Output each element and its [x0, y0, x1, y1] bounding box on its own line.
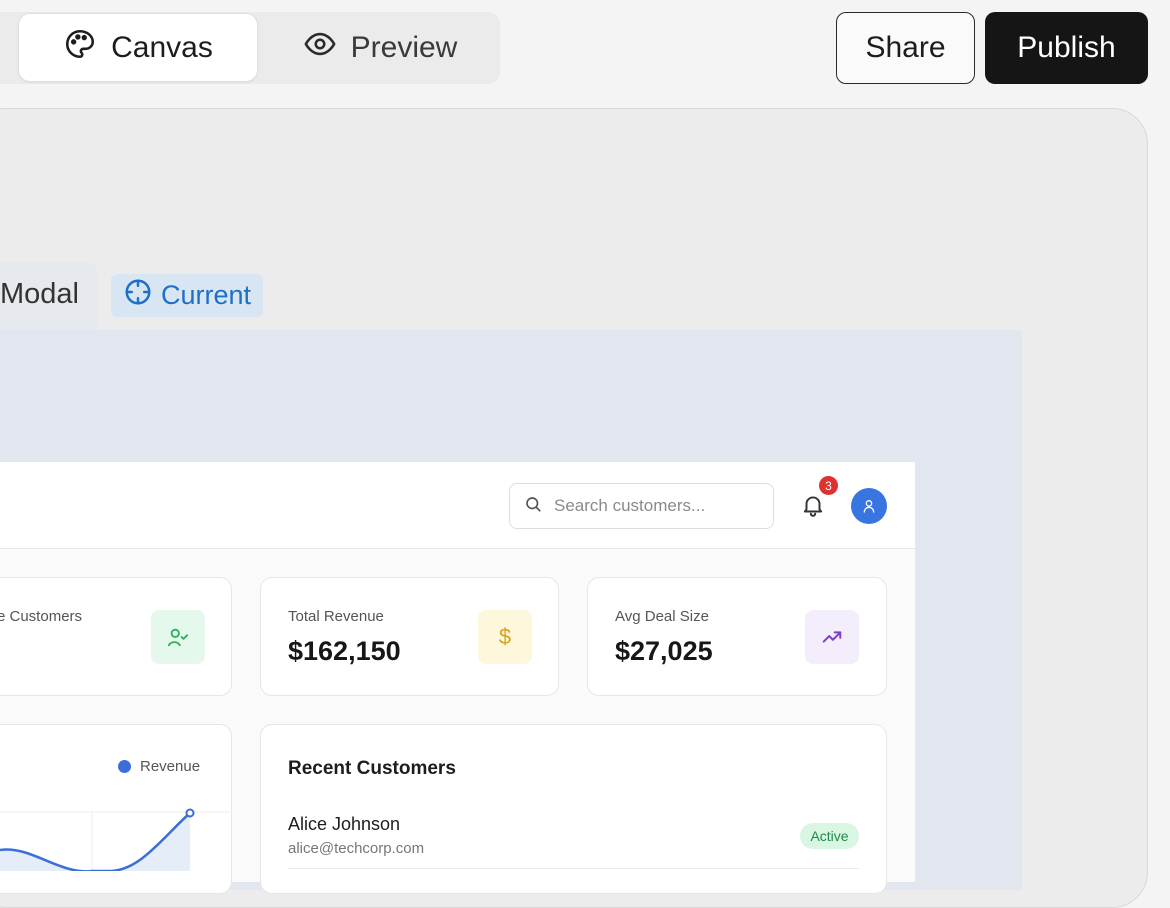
user-check-icon [151, 610, 205, 664]
avatar[interactable] [851, 488, 887, 524]
palette-icon [63, 27, 97, 69]
stat-title-deal-size: Avg Deal Size [615, 608, 709, 625]
tab-canvas-label: Canvas [111, 30, 213, 64]
dollar-icon: $ [478, 610, 532, 664]
share-button[interactable]: Share [836, 12, 975, 84]
publish-button[interactable]: Publish [985, 12, 1148, 84]
stat-value-revenue: $162,150 [288, 636, 401, 666]
tab-preview-label: Preview [350, 30, 458, 64]
frame-tab-modal-label: Modal [0, 278, 79, 310]
search-icon [524, 495, 542, 518]
revenue-point [185, 808, 195, 818]
stat-value-deal-size: $27,025 [615, 636, 713, 666]
customer-name[interactable]: Alice Johnson [288, 814, 400, 835]
search-placeholder: Search customers... [554, 496, 706, 515]
legend-swatch [118, 760, 131, 773]
status-badge: Active [800, 823, 859, 849]
customer-email: alice@techcorp.com [288, 840, 425, 857]
eye-icon [303, 27, 337, 69]
tab-preview[interactable]: Preview [270, 13, 490, 82]
frame-tab-current[interactable]: Current [111, 274, 263, 317]
trending-up-icon [805, 610, 859, 664]
chart-legend: Revenue [118, 758, 200, 775]
tab-canvas[interactable]: Canvas [18, 13, 258, 82]
stat-title-customers: e Customers [0, 608, 83, 625]
crosshair-icon [123, 277, 153, 314]
bell-icon[interactable] [800, 492, 826, 518]
row-divider [288, 868, 859, 869]
app-header [0, 462, 915, 549]
revenue-chart [0, 808, 232, 871]
legend-label: Revenue [140, 758, 201, 775]
stat-title-revenue: Total Revenue [288, 608, 384, 625]
user-icon [863, 500, 875, 513]
notification-badge: 3 [819, 476, 838, 495]
recent-customers-title: Recent Customers [288, 758, 456, 779]
search-input[interactable]: Search customers... [509, 483, 774, 529]
frame-tab-current-label: Current [161, 280, 252, 310]
